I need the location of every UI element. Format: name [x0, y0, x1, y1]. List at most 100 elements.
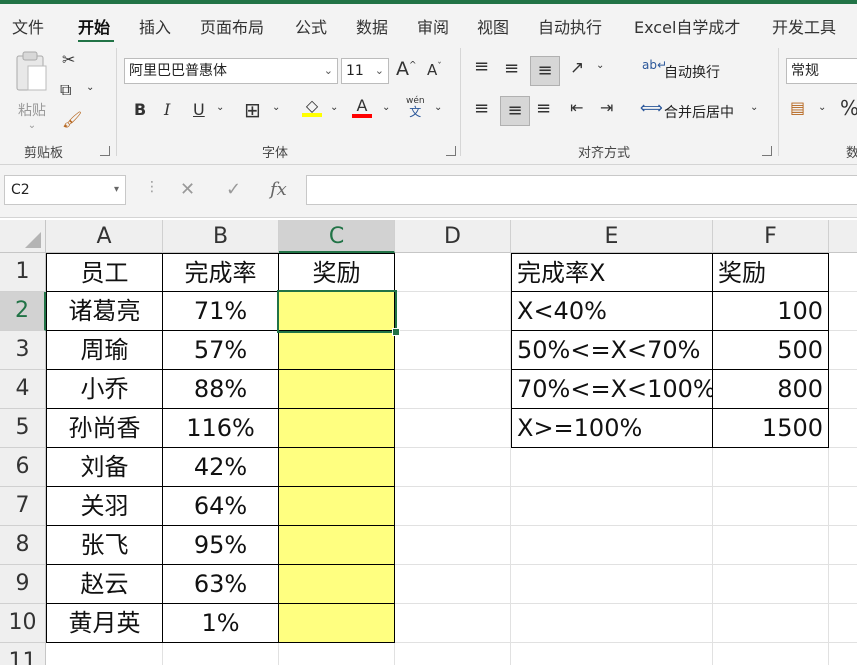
tab-data[interactable]: 数据: [356, 14, 388, 38]
empty-cell[interactable]: [713, 526, 829, 565]
row-header-5[interactable]: 5: [0, 409, 46, 448]
empty-cell[interactable]: [395, 331, 511, 370]
empty-cell[interactable]: [829, 409, 857, 448]
number-format-select[interactable]: 常规: [786, 58, 857, 84]
format-painter-icon[interactable]: 🖌: [62, 110, 82, 129]
empty-cell[interactable]: [829, 565, 857, 604]
cell-b7[interactable]: 64%: [163, 487, 279, 526]
merge-center-button[interactable]: 合并后居中: [664, 102, 734, 122]
empty-cell[interactable]: [511, 604, 713, 643]
font-launcher-icon[interactable]: [446, 146, 456, 156]
tab-formulas[interactable]: 公式: [295, 14, 327, 38]
empty-cell[interactable]: [395, 409, 511, 448]
empty-cell[interactable]: [395, 565, 511, 604]
cell-c8[interactable]: [279, 526, 395, 565]
align-center-button[interactable]: ≡: [500, 96, 530, 126]
tab-automate[interactable]: 自动执行: [538, 14, 602, 38]
decrease-indent-icon[interactable]: ⇤: [570, 98, 583, 117]
cell-a6[interactable]: 刘备: [46, 448, 163, 487]
merge-dropdown-icon[interactable]: ⌄: [750, 102, 758, 113]
cell-b6[interactable]: 42%: [163, 448, 279, 487]
cell-c9[interactable]: [279, 565, 395, 604]
cell-f2[interactable]: 100: [713, 292, 829, 331]
borders-icon[interactable]: ⊞: [244, 98, 261, 122]
cell-a1[interactable]: 员工: [46, 253, 163, 292]
tab-excel-self-study[interactable]: Excel自学成才: [634, 14, 740, 38]
empty-cell[interactable]: [46, 643, 163, 665]
empty-cell[interactable]: [829, 448, 857, 487]
fill-color-dropdown-icon[interactable]: ⌄: [330, 102, 338, 113]
font-size-select[interactable]: 11 ⌄: [341, 58, 389, 84]
shrink-font-button[interactable]: Aˇ: [427, 61, 442, 79]
enter-icon[interactable]: ✓: [226, 179, 241, 200]
empty-cell[interactable]: [395, 448, 511, 487]
column-header-e[interactable]: E: [511, 220, 713, 253]
name-box[interactable]: C2 ▾: [4, 175, 126, 205]
empty-cell[interactable]: [713, 487, 829, 526]
empty-cell[interactable]: [395, 643, 511, 665]
align-left-icon[interactable]: ≡: [474, 98, 489, 119]
cell-b3[interactable]: 57%: [163, 331, 279, 370]
empty-cell[interactable]: [511, 526, 713, 565]
tab-file[interactable]: 文件: [12, 14, 44, 38]
cell-c4[interactable]: [279, 370, 395, 409]
row-header-7[interactable]: 7: [0, 487, 46, 526]
row-header-6[interactable]: 6: [0, 448, 46, 487]
empty-cell[interactable]: [395, 292, 511, 331]
copy-dropdown-icon[interactable]: ⌄: [86, 82, 94, 93]
empty-cell[interactable]: [163, 643, 279, 665]
row-header-10[interactable]: 10: [0, 604, 46, 643]
cancel-icon[interactable]: ✕: [180, 179, 195, 200]
tab-developer[interactable]: 开发工具: [772, 14, 836, 38]
cell-b5[interactable]: 116%: [163, 409, 279, 448]
cell-a10[interactable]: 黄月英: [46, 604, 163, 643]
cell-a8[interactable]: 张飞: [46, 526, 163, 565]
row-header-4[interactable]: 4: [0, 370, 46, 409]
cell-b4[interactable]: 88%: [163, 370, 279, 409]
clipboard-launcher-icon[interactable]: [100, 146, 110, 156]
empty-cell[interactable]: [511, 565, 713, 604]
orientation-dropdown-icon[interactable]: ⌄: [596, 60, 604, 71]
cell-e3[interactable]: 50%<=X<70%: [511, 331, 713, 370]
bold-button[interactable]: B: [134, 100, 146, 119]
underline-button[interactable]: U: [193, 100, 205, 119]
cell-a2[interactable]: 诸葛亮: [46, 292, 163, 331]
insert-function-icon[interactable]: fx: [270, 179, 287, 200]
align-middle-icon[interactable]: ≡: [504, 58, 519, 79]
accounting-dropdown-icon[interactable]: ⌄: [818, 102, 826, 113]
empty-cell[interactable]: [395, 253, 511, 292]
empty-cell[interactable]: [511, 448, 713, 487]
tab-insert[interactable]: 插入: [139, 14, 171, 38]
empty-cell[interactable]: [713, 643, 829, 665]
phonetic-guide-icon[interactable]: wén 文: [406, 96, 425, 120]
column-header-f[interactable]: F: [713, 220, 829, 253]
align-right-icon[interactable]: ≡: [536, 98, 551, 119]
empty-cell[interactable]: [279, 643, 395, 665]
cell-c1[interactable]: 奖励: [279, 253, 395, 292]
fill-color-icon[interactable]: ◇: [302, 96, 322, 117]
empty-cell[interactable]: [511, 487, 713, 526]
empty-cell[interactable]: [395, 526, 511, 565]
empty-cell[interactable]: [713, 565, 829, 604]
cell-f1[interactable]: 奖励: [713, 253, 829, 292]
cell-b9[interactable]: 63%: [163, 565, 279, 604]
formula-input[interactable]: [306, 175, 857, 205]
empty-cell[interactable]: [395, 604, 511, 643]
underline-dropdown-icon[interactable]: ⌄: [216, 102, 224, 113]
cell-c7[interactable]: [279, 487, 395, 526]
cell-f4[interactable]: 800: [713, 370, 829, 409]
empty-cell[interactable]: [713, 604, 829, 643]
paste-button[interactable]: 粘贴 ⌄: [12, 50, 52, 131]
empty-cell[interactable]: [395, 487, 511, 526]
tab-page-layout[interactable]: 页面布局: [200, 14, 264, 38]
empty-cell[interactable]: [829, 604, 857, 643]
copy-icon[interactable]: ⧉: [60, 80, 71, 100]
row-header-3[interactable]: 3: [0, 331, 46, 370]
font-color-icon[interactable]: A: [352, 96, 372, 118]
cell-b8[interactable]: 95%: [163, 526, 279, 565]
percent-style-button[interactable]: %: [840, 96, 857, 120]
tab-view[interactable]: 视图: [477, 14, 509, 38]
grow-font-button[interactable]: A^: [396, 58, 417, 80]
cell-b2[interactable]: 71%: [163, 292, 279, 331]
cell-e4[interactable]: 70%<=X<100%: [511, 370, 713, 409]
